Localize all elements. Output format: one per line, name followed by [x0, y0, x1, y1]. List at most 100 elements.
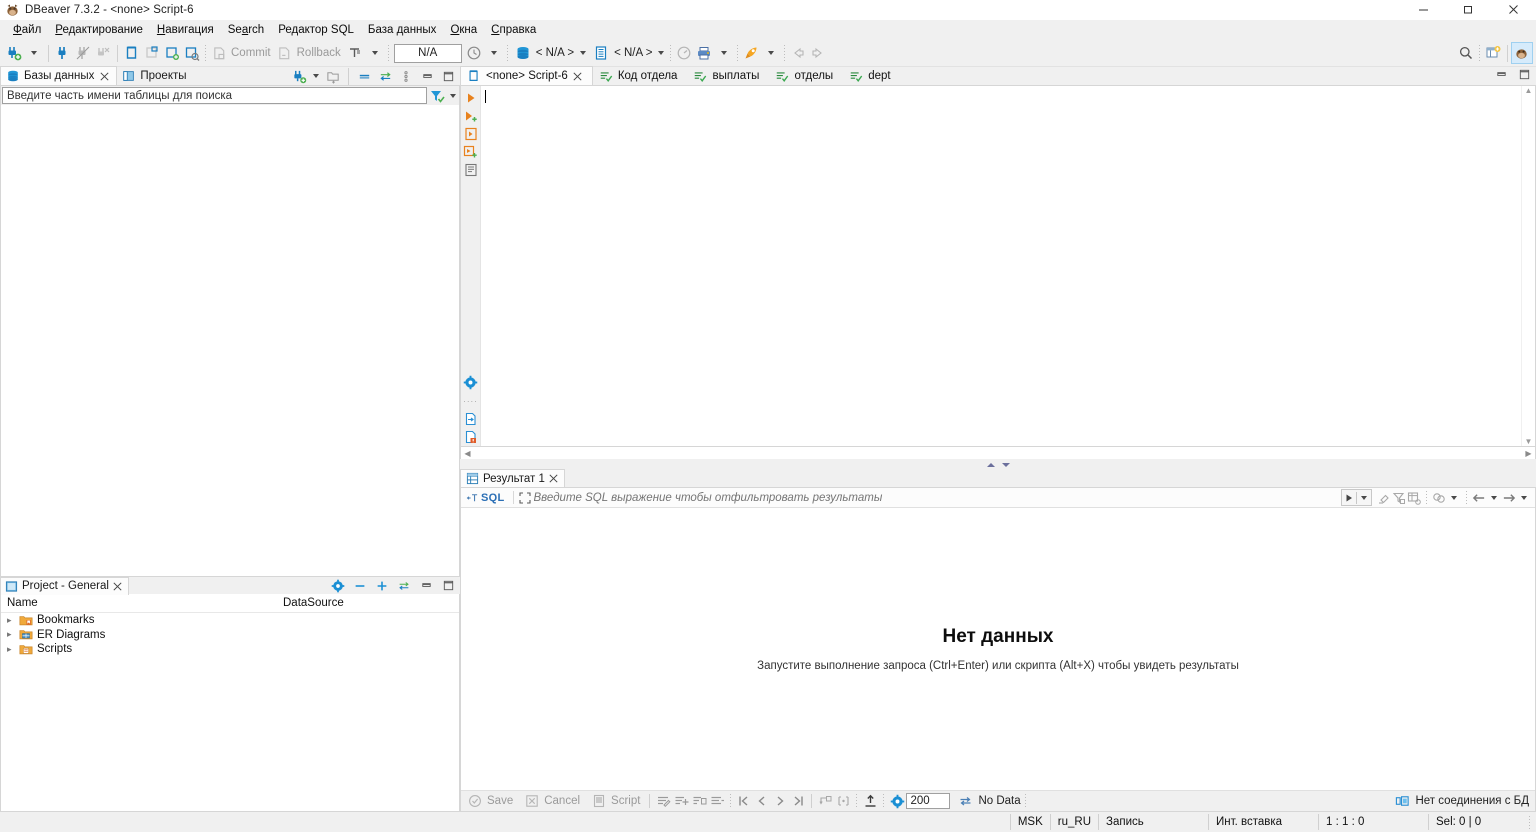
tab-script-6[interactable]: <none> Script-6: [460, 66, 593, 85]
column-header-name[interactable]: Name: [1, 597, 277, 609]
execute-script-icon[interactable]: [462, 107, 479, 125]
minimize-panel-icon[interactable]: [416, 576, 436, 596]
filter-dropdown-icon[interactable]: [450, 93, 456, 98]
prev-page-icon[interactable]: [753, 792, 771, 810]
dashboard-icon[interactable]: [674, 43, 694, 63]
fetch-size-input[interactable]: [906, 793, 951, 809]
status-selection-info[interactable]: Sel: 0 | 0: [1428, 814, 1523, 830]
new-connection-icon[interactable]: [289, 66, 309, 86]
status-locale[interactable]: ru_RU: [1049, 814, 1098, 830]
execute-in-new-tab-icon[interactable]: [462, 125, 479, 143]
search-icon[interactable]: [1456, 43, 1476, 63]
new-connection-dropdown[interactable]: [24, 43, 44, 63]
collapse-up-icon[interactable]: [986, 462, 995, 467]
chevron-right-icon[interactable]: ▸: [7, 615, 15, 625]
list-item[interactable]: ▸ Bookmarks: [1, 613, 459, 628]
chevron-down-icon[interactable]: [658, 51, 665, 55]
export-icon[interactable]: [861, 792, 879, 810]
color-settings-dropdown[interactable]: [1447, 489, 1461, 506]
search-input[interactable]: [2, 87, 427, 104]
script-button[interactable]: Script: [585, 792, 645, 810]
tab-otdely[interactable]: отделы: [769, 67, 843, 85]
status-resize-grip[interactable]: [1529, 815, 1530, 829]
disconnect-icon[interactable]: [73, 43, 93, 63]
menu-search[interactable]: Search: [221, 22, 271, 38]
next-page-icon[interactable]: [771, 792, 789, 810]
next-query-dropdown[interactable]: [1517, 489, 1531, 506]
menu-sql-editor[interactable]: Редактор SQL: [271, 22, 361, 38]
gear-icon[interactable]: [888, 792, 906, 810]
editor-vertical-scrollbar[interactable]: ▲ ▼: [1521, 86, 1535, 446]
menu-help[interactable]: Справка: [484, 22, 543, 38]
menu-file[interactable]: Файл: [6, 22, 48, 38]
maximize-panel-icon[interactable]: [438, 576, 458, 596]
close-icon[interactable]: [549, 474, 558, 483]
clear-filter-icon[interactable]: [1377, 489, 1391, 506]
status-cursor-position[interactable]: 1 : 1 : 0: [1318, 814, 1428, 830]
next-query-icon[interactable]: [1502, 489, 1516, 506]
list-item[interactable]: ▸ Scripts: [1, 642, 459, 657]
print-dropdown[interactable]: [714, 43, 734, 63]
close-button[interactable]: [1491, 0, 1536, 19]
connect-icon[interactable]: [53, 43, 73, 63]
sql-text-area[interactable]: [481, 86, 1521, 446]
dbeaver-perspective-icon[interactable]: [1511, 42, 1533, 64]
close-icon[interactable]: [113, 581, 122, 591]
play-icon[interactable]: [1342, 489, 1356, 506]
maximize-panel-icon[interactable]: [1514, 64, 1534, 84]
link-editor-icon[interactable]: [375, 66, 395, 86]
close-icon[interactable]: [573, 71, 582, 81]
export-to-file-icon[interactable]: [462, 410, 479, 428]
last-page-icon[interactable]: [789, 792, 807, 810]
refresh-row-icon[interactable]: [816, 792, 834, 810]
color-settings-icon[interactable]: [1432, 489, 1446, 506]
view-menu-icon[interactable]: [396, 66, 416, 86]
transaction-na-box[interactable]: N/A: [393, 43, 462, 63]
minimize-panel-icon[interactable]: [1491, 64, 1511, 84]
hscroll-track[interactable]: [474, 447, 1522, 459]
rollback-to-savepoint-icon[interactable]: [142, 43, 162, 63]
link-editor-icon[interactable]: [394, 576, 414, 596]
collapse-all-icon[interactable]: [354, 66, 374, 86]
close-icon[interactable]: [100, 71, 109, 81]
filter-icon[interactable]: [427, 86, 447, 105]
gear-icon[interactable]: [328, 576, 348, 596]
schema-selector[interactable]: < N/A >: [589, 43, 667, 63]
minimize-panel-icon[interactable]: [417, 66, 437, 86]
maximize-button[interactable]: [1446, 0, 1491, 19]
transaction-mode-icon[interactable]: [345, 43, 365, 63]
results-filter-input[interactable]: [531, 490, 1341, 505]
custom-filter-icon[interactable]: [1407, 489, 1421, 506]
explain-plan-icon[interactable]: [462, 161, 479, 179]
save-filter-icon[interactable]: [1392, 489, 1406, 506]
chevron-down-icon[interactable]: [313, 74, 319, 78]
prev-query-icon[interactable]: [1472, 489, 1486, 506]
menu-database[interactable]: База данных: [361, 22, 444, 38]
tab-vyplaty[interactable]: выплаты: [687, 67, 769, 85]
connection-status-group[interactable]: Нет соединения с БД: [1395, 794, 1529, 808]
chevron-down-icon[interactable]: [1357, 489, 1371, 506]
menu-edit[interactable]: Редактирование: [48, 22, 150, 38]
scroll-left-icon[interactable]: ◀: [461, 449, 474, 458]
collapse-all-icon[interactable]: [350, 576, 370, 596]
print-icon[interactable]: [694, 43, 714, 63]
first-page-icon[interactable]: [735, 792, 753, 810]
apply-filter-group[interactable]: [1341, 489, 1372, 506]
chevron-right-icon[interactable]: ▸: [7, 644, 15, 654]
rocket-icon[interactable]: [741, 43, 761, 63]
execute-expression-icon[interactable]: [462, 143, 479, 161]
forward-arrow-icon[interactable]: [808, 43, 828, 63]
collapse-down-icon[interactable]: [1001, 462, 1010, 467]
tab-kod-otdela[interactable]: Код отдела: [593, 67, 688, 85]
transaction-log-icon[interactable]: [182, 43, 202, 63]
set-savepoint-icon[interactable]: [162, 43, 182, 63]
scroll-down-icon[interactable]: ▼: [1525, 437, 1533, 446]
menu-navigate[interactable]: Навигация: [150, 22, 221, 38]
database-selector[interactable]: < N/A >: [511, 43, 589, 63]
sql-filter-badge[interactable]: SQL: [461, 492, 509, 504]
tab-dept[interactable]: dept: [843, 67, 900, 85]
new-connection-icon[interactable]: [4, 43, 24, 63]
chevron-right-icon[interactable]: ▸: [7, 630, 15, 639]
status-timezone[interactable]: MSK: [1009, 814, 1050, 830]
export-to-db-icon[interactable]: [462, 428, 479, 446]
